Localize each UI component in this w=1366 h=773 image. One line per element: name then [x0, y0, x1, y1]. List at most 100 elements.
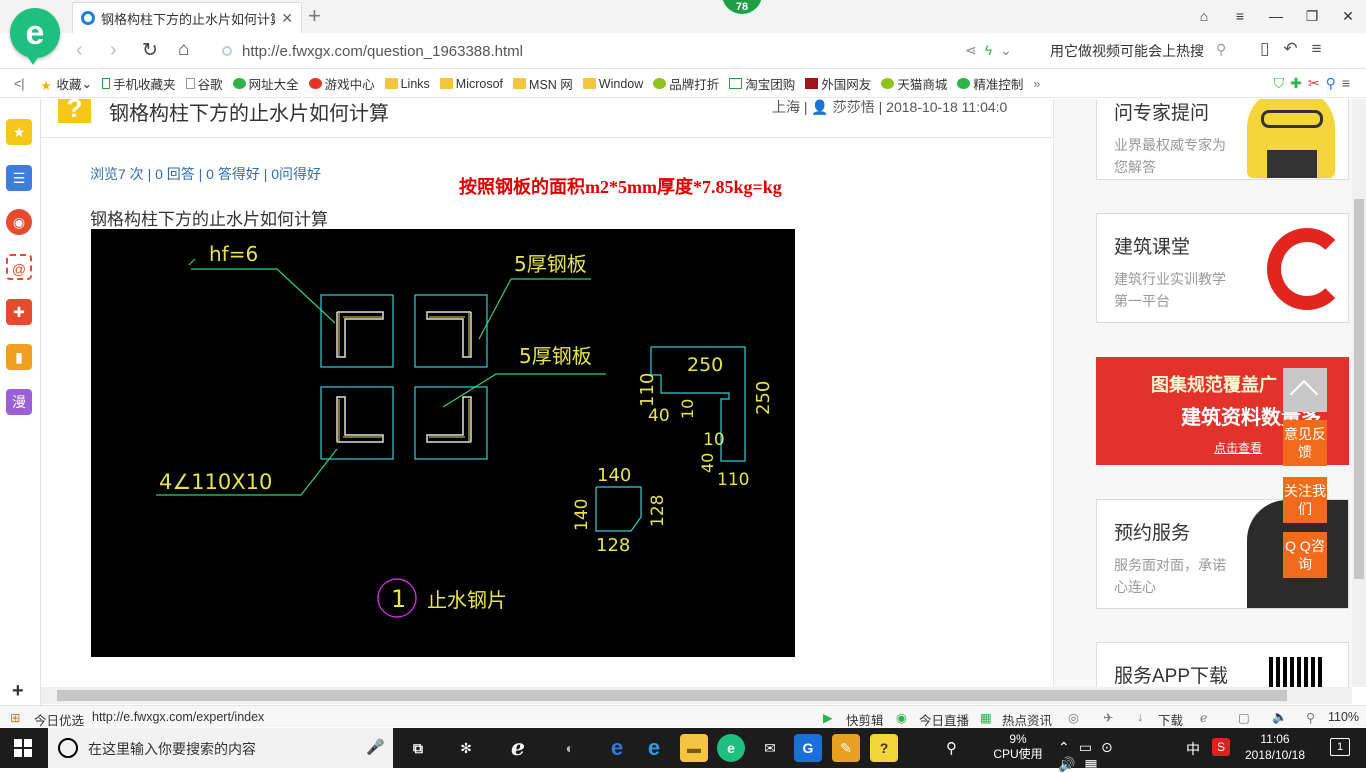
speed-icon[interactable]: ◎	[1068, 710, 1079, 725]
weibo-icon[interactable]: ◉	[6, 209, 32, 235]
news-icon[interactable]: ▦	[980, 710, 992, 725]
window-icon[interactable]: ▢	[1238, 710, 1250, 725]
back-to-top-button[interactable]	[1283, 368, 1327, 412]
bookmark-item[interactable]: 天猫商城	[881, 74, 947, 93]
bookmark-item[interactable]: 谷歌	[185, 74, 223, 93]
question-author[interactable]: 莎莎悟	[833, 99, 875, 115]
zoom-level[interactable]: 110%	[1328, 710, 1359, 724]
address-bar[interactable]: http://e.fwxgx.com/question_1963388.html	[222, 38, 1032, 64]
cloud-app-icon[interactable]: ◐	[556, 734, 584, 762]
gift-icon[interactable]: ⊞	[10, 710, 20, 725]
forward-icon[interactable]: ›	[110, 39, 117, 62]
g-app-icon[interactable]: G	[794, 734, 822, 762]
ie-mode-icon[interactable]: ℯ	[1200, 710, 1207, 725]
download-label[interactable]: 下载	[1158, 710, 1183, 729]
hot-news[interactable]: 热点资讯	[1002, 710, 1052, 729]
bookmark-item[interactable]: 淘宝团购	[729, 74, 795, 93]
favorites-icon[interactable]: ★	[6, 119, 32, 145]
notes-app-icon[interactable]: ✎	[832, 734, 860, 762]
nav-right-tools[interactable]: ▯↶≡	[1260, 39, 1336, 59]
home-icon[interactable]: ⌂	[178, 39, 189, 61]
bookmark-item[interactable]: 外国网友	[805, 74, 871, 93]
vertical-scrollbar[interactable]	[1352, 99, 1366, 687]
tab-current[interactable]: 钢格构柱下方的止水片如何计算_ ✕	[72, 2, 302, 33]
file-explorer-icon[interactable]: ▬	[680, 734, 708, 762]
pin-icon[interactable]: ✈	[1103, 710, 1113, 725]
ask-expert-card[interactable]: 问专家提问 业界最权威专家为您解答	[1096, 99, 1349, 180]
mail-app-icon[interactable]: ✉	[756, 734, 784, 762]
follow-us-button[interactable]: 关注我们	[1283, 477, 1327, 523]
site-info-icon[interactable]	[222, 46, 232, 56]
game-pad-icon[interactable]: ✚	[6, 299, 32, 325]
extension-icons[interactable]: ⛉✚✂⚲≡	[1274, 75, 1356, 92]
back-icon[interactable]: ‹	[76, 39, 83, 62]
microphone-icon[interactable]: 🎤	[366, 738, 385, 756]
close-window-icon[interactable]: ✕	[1330, 0, 1366, 32]
comic-icon[interactable]: 漫	[6, 389, 32, 415]
clock[interactable]: 11:06 2018/10/18	[1240, 731, 1310, 763]
bookmark-item[interactable]: 手机收藏夹	[102, 74, 176, 93]
browser-e-icon[interactable]: ℯ	[504, 734, 532, 762]
person-icon[interactable]: ⚲	[946, 739, 957, 757]
collapse-sidebar-icon[interactable]: <|	[14, 77, 25, 91]
bookmark-item[interactable]: 网址大全	[232, 74, 299, 93]
bookmark-item[interactable]: 精准控制	[957, 74, 1023, 93]
edge-icon[interactable]: e	[603, 734, 631, 762]
live-icon[interactable]: ◉	[896, 710, 907, 725]
scroll-thumb[interactable]	[57, 690, 1287, 701]
menu-icon[interactable]: ≡	[1222, 0, 1258, 32]
class-card[interactable]: 建筑课堂 建筑行业实训教学第一平台	[1096, 213, 1349, 323]
address-tools[interactable]: ⋖ϟ⌄	[965, 42, 1020, 59]
clip-icon[interactable]: ▶	[823, 710, 833, 725]
tab-close-icon[interactable]: ✕	[281, 10, 293, 27]
windows-start-icon[interactable]	[14, 739, 32, 757]
task-view-icon[interactable]: ⧉	[404, 734, 432, 762]
cortana-icon[interactable]	[58, 738, 78, 758]
notification-center-icon[interactable]: 1	[1330, 738, 1350, 756]
zoom-icon[interactable]: ⚲	[1306, 710, 1315, 725]
today-live[interactable]: 今日直播	[919, 710, 969, 729]
scroll-thumb[interactable]	[1354, 199, 1364, 579]
bookmark-item[interactable]: Window	[582, 77, 643, 91]
search-hint[interactable]: 用它做视频可能会上热搜	[1050, 41, 1204, 61]
today-picks[interactable]: 今日优选	[34, 710, 84, 729]
news-icon[interactable]: ☰	[6, 165, 32, 191]
notification-badge[interactable]: 78	[720, 0, 764, 16]
sogou-icon[interactable]: S	[1212, 738, 1230, 756]
refresh-icon[interactable]: ↻	[142, 39, 158, 62]
bookmark-item[interactable]: Links	[384, 77, 430, 91]
ie-icon[interactable]: e	[640, 734, 668, 762]
qq-consult-button[interactable]: Q Q咨询	[1283, 532, 1327, 578]
volume-icon[interactable]: 🔈	[1272, 710, 1288, 725]
banner-cta[interactable]: 点击查看	[1214, 439, 1262, 456]
help-app-icon[interactable]: ?	[870, 734, 898, 762]
browser-360-icon[interactable]: e	[717, 734, 745, 762]
cpu-meter[interactable]: 9% CPU使用	[992, 732, 1044, 762]
question-stats[interactable]: 浏览7 次 | 0 回答 | 0 答得好 | 0问得好	[90, 164, 321, 184]
mail-icon[interactable]: @	[6, 254, 32, 280]
search-icon[interactable]: ⚲	[1216, 41, 1226, 58]
bookmark-item[interactable]: Microsof	[439, 77, 503, 91]
shirt-skin-icon[interactable]: ⌂	[1186, 0, 1222, 32]
add-sidebar-icon[interactable]: +	[12, 680, 24, 703]
feedback-button[interactable]: 意见反馈	[1283, 420, 1327, 466]
quick-clip[interactable]: 快剪辑	[846, 710, 884, 729]
ime-indicator[interactable]: 中	[1186, 739, 1200, 759]
new-tab-button[interactable]: +	[308, 3, 321, 29]
restore-icon[interactable]: ❐	[1294, 0, 1330, 32]
bookmark-item[interactable]: 游戏中心	[308, 74, 375, 93]
bookmark-item[interactable]: ★ 收藏 ⌄	[41, 74, 93, 93]
minimize-icon[interactable]: —	[1258, 0, 1294, 32]
url-text[interactable]: http://e.fwxgx.com/question_1963388.html	[242, 43, 523, 60]
download-icon[interactable]: ↓	[1137, 710, 1143, 724]
taskbar-search-placeholder[interactable]: 在这里输入你要搜索的内容	[88, 739, 256, 759]
taskbar-search[interactable]: 在这里输入你要搜索的内容 🎤	[48, 728, 393, 768]
horizontal-scrollbar[interactable]	[41, 687, 1352, 704]
browser-logo-icon[interactable]: e	[10, 8, 60, 65]
more-bookmarks-icon[interactable]: »	[1033, 77, 1040, 91]
pinwheel-app-icon[interactable]: ✻	[452, 734, 480, 762]
novel-book-icon[interactable]: ▮	[6, 344, 32, 370]
bookmark-item[interactable]: 品牌打折	[653, 74, 719, 93]
bookmark-item[interactable]: MSN 网	[513, 74, 573, 93]
app-download-card[interactable]: 服务APP下载	[1096, 642, 1349, 687]
